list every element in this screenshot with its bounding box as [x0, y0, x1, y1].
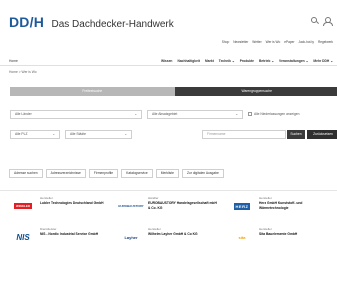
company-card[interactable]: WINKLER Hersteller Lubler Technologies D… — [10, 196, 104, 220]
mainnav-technik[interactable]: Technik ⌄ — [219, 59, 235, 63]
chevron-down-icon: ⌄ — [235, 112, 238, 116]
search-icon[interactable] — [311, 17, 317, 23]
mainnav-nachhaltigkeit[interactable]: Nachhaltigkeit — [177, 59, 200, 63]
company-category: Dienstleister — [40, 227, 57, 231]
company-category: Hersteller — [259, 227, 272, 231]
topnav-epaper[interactable]: ePaper — [284, 40, 294, 44]
chip-merkliste[interactable]: Merkliste — [155, 169, 179, 178]
tab-warengruppensuche[interactable]: Warengruppensuche — [174, 87, 337, 96]
company-name: Wilhelm Layher GmbH & Co KG — [148, 232, 198, 236]
search-tabs: Freitextsuche Warengruppensuche — [10, 87, 337, 96]
mainnav-wissen[interactable]: Wissen — [161, 59, 173, 63]
breadcrumb[interactable]: Home > Wer is Wo — [9, 70, 37, 74]
city-select-value: Alle Städte — [70, 132, 86, 136]
company-category: Händler — [148, 196, 159, 200]
company-logo: NIS — [16, 232, 30, 242]
main-nav-row: Home Wissen Nachhaltigkeit Markt Technik… — [0, 57, 337, 66]
company-name: Herz GmbH Kunststoff- und Wärmetechnolog… — [259, 201, 303, 210]
company-name: EUROBAUSTORY Handelsgesellschaft mbH & C… — [148, 201, 217, 210]
company-logo: sita — [238, 234, 246, 240]
chip-firmenprofile[interactable]: Firmenprofile — [88, 169, 119, 178]
logo-mark: DD/H — [9, 14, 45, 30]
mainnav-produkte[interactable]: Produkte — [240, 59, 254, 63]
top-nav: Shop Newsletter Wetter Wer is Wo ePaper … — [222, 40, 333, 44]
company-card[interactable]: sita Hersteller Sita Bauelemente GmbH — [229, 227, 298, 251]
company-logo: HERZ — [233, 202, 251, 210]
search-button[interactable]: Suchen — [287, 130, 305, 139]
company-card[interactable]: EUROBAUSTORY Händler EUROBAUSTORY Handel… — [118, 196, 217, 220]
chevron-down-icon: ⌄ — [124, 132, 127, 136]
main-nav: Wissen Nachhaltigkeit Markt Technik ⌄ Pr… — [161, 59, 333, 63]
topnav-jack[interactable]: Jack-hot.ty — [299, 40, 314, 44]
topnav-wer-ist-wo[interactable]: Wer is Wo — [266, 40, 281, 44]
chevron-down-icon: ⌄ — [52, 132, 55, 136]
country-select[interactable]: Alle Länder ⌄ — [10, 110, 142, 119]
divider — [0, 190, 337, 191]
user-icon[interactable] — [323, 17, 333, 26]
company-logo: Layher — [124, 234, 138, 240]
company-logo: WINKLER — [10, 200, 36, 212]
company-category: Hersteller — [259, 196, 272, 200]
header-icons — [311, 17, 333, 26]
chevron-down-icon: ⌄ — [134, 112, 137, 116]
company-category: Hersteller — [40, 196, 53, 200]
company-name: Lubler Technologies Deutschland GmbH — [40, 201, 104, 205]
company-logo: EUROBAUSTORY — [118, 204, 144, 208]
chip-adressverzeichnisse[interactable]: Adressverzeichnisse — [45, 169, 86, 178]
mainnav-mehr[interactable]: Mehr DDH ⌄ — [313, 59, 333, 63]
company-name-input[interactable]: Firmenname — [202, 130, 286, 139]
topnav-weather[interactable]: Wetter — [252, 40, 261, 44]
plz-select-value: Alle PLZ — [15, 132, 28, 136]
topnav-shop[interactable]: Shop — [222, 40, 229, 44]
home-link[interactable]: Home — [9, 59, 18, 63]
company-card[interactable]: NIS Dienstleister NIS - Nordic Industria… — [10, 227, 98, 251]
country-select-value: Alle Länder — [15, 112, 32, 116]
company-card[interactable]: Layher Hersteller Wilhelm Layher GmbH & … — [118, 227, 197, 251]
topnav-regelwerk[interactable]: Regelwerk — [318, 40, 333, 44]
branch-checkbox-label: Alle Niederlassungen anzeigen — [254, 112, 300, 116]
mainnav-veranstaltungen[interactable]: Veranstaltungen ⌄ — [279, 59, 308, 63]
city-select[interactable]: Alle Städte ⌄ — [65, 130, 132, 139]
chip-digitale-ausgabe[interactable]: Zur digitalen Ausgabe — [181, 169, 224, 178]
tab-freitextsuche[interactable]: Freitextsuche — [10, 87, 175, 96]
topnav-newsletter[interactable]: Newsletter — [233, 40, 248, 44]
plz-select[interactable]: Alle PLZ ⌄ — [10, 130, 60, 139]
reset-button[interactable]: Zurücksetzen — [307, 130, 337, 139]
site-header: DD/H Das Dachdecker-Handwerk Shop Newsle… — [0, 0, 337, 58]
branch-checkbox[interactable] — [248, 112, 252, 116]
sales-area-select[interactable]: Alle Absatzgebiet ⌄ — [147, 110, 243, 119]
chip-adresse-suchen[interactable]: Adresse suchen — [9, 169, 43, 178]
mainnav-markt[interactable]: Markt — [205, 59, 214, 63]
logo-text: Das Dachdecker-Handwerk — [51, 19, 174, 30]
branch-checkbox-row[interactable]: Alle Niederlassungen anzeigen — [248, 112, 299, 116]
company-category: Hersteller — [148, 227, 161, 231]
chip-katalogservice[interactable]: Katalogservice — [121, 169, 153, 178]
mainnav-betrieb[interactable]: Betrieb ⌄ — [259, 59, 274, 63]
sales-area-select-value: Alle Absatzgebiet — [152, 112, 178, 116]
company-name: Sita Bauelemente GmbH — [259, 232, 298, 236]
company-name-placeholder: Firmenname — [207, 132, 226, 136]
company-name: NIS - Nordic Industrial Service GmbH — [40, 232, 99, 236]
quick-links: Adresse suchen Adressverzeichnisse Firme… — [9, 169, 224, 178]
company-card[interactable]: HERZ Hersteller Herz GmbH Kunststoff- un… — [229, 196, 302, 220]
site-logo[interactable]: DD/H Das Dachdecker-Handwerk — [9, 14, 174, 32]
